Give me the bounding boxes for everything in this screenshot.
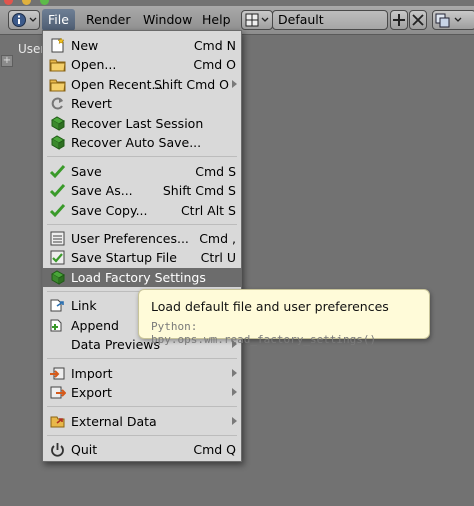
tooltip: Load default file and user preferences P… [138, 289, 430, 346]
plus-icon [393, 14, 405, 26]
close-icon [412, 14, 424, 26]
power-icon [51, 443, 64, 457]
menu-item-save[interactable]: Save Cmd S [43, 162, 241, 181]
scene-selector-button[interactable] [432, 10, 474, 30]
menu-item-label: Recover Last Session [71, 116, 204, 131]
menu-item-quit[interactable]: Quit Cmd Q [43, 440, 241, 459]
menu-item-revert[interactable]: Revert [43, 94, 241, 113]
import-icon [50, 367, 65, 380]
expand-plus-icon[interactable]: + [1, 55, 13, 67]
menu-item-import[interactable]: Import [43, 364, 241, 383]
submenu-arrow-icon [232, 417, 237, 425]
submenu-arrow-icon [232, 369, 237, 377]
menu-item-shortcut: Shift Cmd O [153, 77, 229, 92]
menu-item-recover-auto-save[interactable]: Recover Auto Save... [43, 133, 241, 152]
save-startup-icon [50, 250, 65, 265]
menu-separator [47, 358, 237, 359]
recover-icon [51, 116, 65, 131]
external-data-icon [50, 416, 65, 428]
add-layout-button[interactable] [390, 10, 408, 30]
folder-recent-icon [49, 79, 66, 92]
menu-item-save-startup-file[interactable]: Save Startup File Ctrl U [43, 248, 241, 267]
checkmark-icon [49, 203, 66, 218]
info-icon [12, 13, 37, 27]
menu-item-load-factory-settings[interactable]: Load Factory Settings [43, 268, 241, 287]
layout-name-field[interactable]: Default [272, 10, 388, 30]
new-file-icon [51, 37, 65, 53]
menu-item-label: Export [71, 385, 112, 400]
menu-item-shortcut: Shift Cmd S [162, 183, 236, 198]
menu-item-label: New [71, 38, 99, 53]
menu-file[interactable]: File [42, 9, 75, 31]
menu-window[interactable]: Window [137, 9, 198, 31]
menu-item-open[interactable]: Open... Cmd O [43, 55, 241, 74]
menu-item-shortcut: Ctrl Alt S [180, 203, 236, 218]
menu-separator [47, 156, 237, 157]
menu-item-save-copy[interactable]: Save Copy... Ctrl Alt S [43, 201, 241, 220]
menu-item-label: Save Copy... [71, 203, 148, 218]
file-menu-dropdown: New Cmd N Open... Cmd O Open Recent... S… [42, 30, 242, 462]
screen-layout-button[interactable] [241, 10, 273, 30]
menu-item-label: User Preferences... [71, 231, 189, 246]
menu-item-label: Load Factory Settings [71, 270, 206, 285]
menu-item-label: Open Recent... [71, 77, 164, 92]
delete-layout-button[interactable] [409, 10, 427, 30]
menu-item-label: Append [71, 318, 119, 333]
checkmark-icon [49, 183, 66, 198]
menu-item-shortcut: Cmd S [195, 164, 236, 179]
revert-icon [51, 97, 63, 110]
menu-item-shortcut: Cmd , [199, 231, 236, 246]
checkmark-icon [49, 164, 66, 179]
menu-item-label: Save As... [71, 183, 133, 198]
menu-separator [47, 224, 237, 225]
menu-separator [47, 435, 237, 436]
menu-item-label: Quit [71, 442, 98, 457]
append-icon [50, 319, 62, 332]
menu-item-label: Import [71, 366, 113, 381]
menu-item-label: Save Startup File [71, 250, 177, 265]
menu-item-open-recent[interactable]: Open Recent... Shift Cmd O [43, 75, 241, 94]
window-zoom-dot[interactable] [40, 0, 49, 5]
editor-type-button[interactable] [8, 10, 40, 30]
menu-item-shortcut: Cmd Q [193, 442, 236, 457]
menu-item-export[interactable]: Export [43, 383, 241, 402]
menu-separator [47, 406, 237, 407]
menu-item-label: Recover Auto Save... [71, 135, 202, 150]
menu-item-shortcut: Cmd O [193, 57, 236, 72]
scene-icon [435, 13, 462, 28]
menu-render[interactable]: Render [80, 9, 137, 31]
menu-item-shortcut: Cmd N [193, 38, 236, 53]
menu-item-label: External Data [71, 414, 157, 429]
tooltip-python-path: Python: bpy.ops.wm.read_factory_settings… [151, 320, 377, 346]
link-icon [50, 299, 64, 312]
submenu-arrow-icon [232, 80, 237, 88]
menu-item-label: Revert [71, 96, 112, 111]
export-icon [50, 386, 66, 399]
menu-help[interactable]: Help [196, 9, 237, 31]
folder-icon [49, 59, 66, 72]
window-minimize-dot[interactable] [22, 0, 31, 5]
menu-item-label: Open... [71, 57, 117, 72]
layout-grid-icon [245, 13, 269, 27]
tooltip-title: Load default file and user preferences [151, 299, 389, 314]
menu-item-external-data[interactable]: External Data [43, 412, 241, 431]
menu-item-save-as[interactable]: Save As... Shift Cmd S [43, 181, 241, 200]
menu-item-user-preferences[interactable]: User Preferences... Cmd , [43, 229, 241, 248]
menu-item-label: Save [71, 164, 102, 179]
menu-item-label: Link [71, 298, 97, 313]
menu-item-new[interactable]: New Cmd N [43, 36, 241, 55]
load-factory-icon [51, 270, 65, 285]
menu-item-recover-last-session[interactable]: Recover Last Session [43, 114, 241, 133]
submenu-arrow-icon [232, 388, 237, 396]
recover-auto-icon [51, 135, 65, 150]
menu-item-shortcut: Ctrl U [200, 250, 236, 265]
preferences-icon [50, 231, 65, 246]
window-close-dot[interactable] [4, 0, 13, 5]
